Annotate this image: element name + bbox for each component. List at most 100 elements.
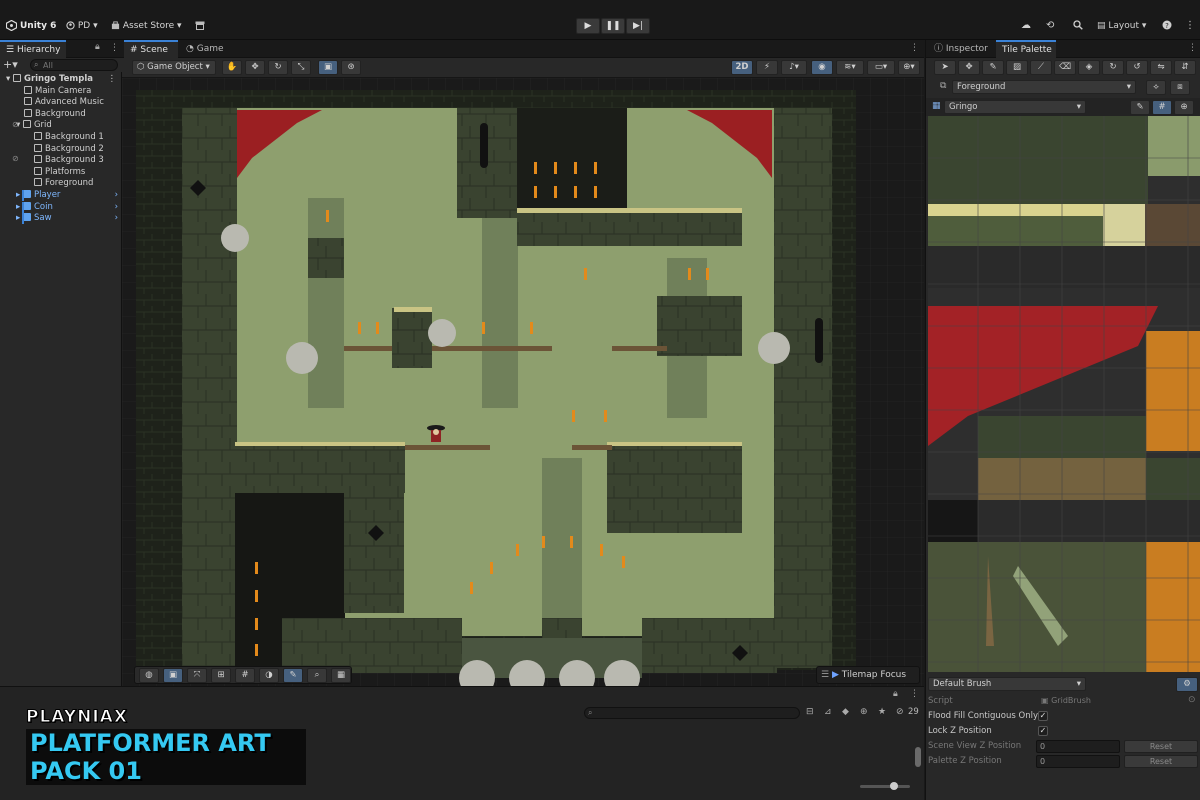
package-icon[interactable] [195, 18, 205, 34]
zoom-slider-handle[interactable] [890, 782, 898, 790]
hierarchy-item[interactable]: ▸ Coin › [0, 201, 122, 214]
palette-gizmo-button[interactable]: ⊕ [1174, 100, 1194, 115]
visibility-icon[interactable]: ⊘ [12, 120, 19, 129]
filter-icon[interactable]: ⊿ [824, 707, 832, 717]
palette-select-button[interactable]: ◍ [139, 668, 159, 683]
tab-game[interactable]: ◔ Game [180, 40, 230, 58]
palette-grid-button[interactable]: # [1152, 100, 1172, 115]
step-button[interactable]: ▶| [626, 18, 650, 34]
add-button[interactable]: +▾ [3, 58, 18, 71]
scene-z-input[interactable]: 0 [1036, 740, 1120, 753]
asset-store-button[interactable]: Asset Store ▾ [111, 18, 182, 34]
visibility-icon[interactable]: ⊘ [12, 154, 19, 163]
rotate-cw-button[interactable]: ↻ [1102, 60, 1124, 75]
pause-button[interactable]: ❚❚ [601, 18, 625, 34]
rotate-ccw-button[interactable]: ↺ [1126, 60, 1148, 75]
cloud-icon[interactable]: ☁ [1021, 18, 1031, 34]
hierarchy-item[interactable]: ▸ Saw › [0, 213, 122, 225]
play-button[interactable]: ▶ [576, 18, 600, 34]
favorite-icon[interactable]: ★ [878, 707, 886, 717]
tool-context-dropdown[interactable]: ⬡ Game Object ▾ [132, 60, 216, 75]
2d-mode-toggle[interactable]: 2D [731, 60, 753, 75]
hierarchy-search-input[interactable]: ⌕ All [30, 59, 118, 71]
tilemap-rect-button[interactable]: ▣ [163, 668, 183, 683]
brush-dropdown[interactable]: Default Brush ▾ [928, 677, 1086, 691]
gizmos-dropdown[interactable]: ⊕▾ [898, 60, 920, 75]
brush-tool-button[interactable]: ✎ [982, 60, 1004, 75]
more-options-icon[interactable]: ⋮ [910, 43, 919, 53]
tab-scene[interactable]: # Scene [124, 40, 178, 58]
move-tool-button[interactable]: ✥ [958, 60, 980, 75]
tab-inspector[interactable]: ⓘ Inspector [928, 40, 994, 58]
help-icon[interactable]: ? [1162, 18, 1172, 34]
layers-dropdown[interactable]: ≋▾ [836, 60, 864, 75]
hierarchy-item[interactable]: ▸ Player › [0, 190, 122, 202]
history-icon[interactable]: ⟲ [1046, 18, 1054, 34]
more-options-icon[interactable]: ⋮ [108, 74, 117, 86]
tilemap-move-button[interactable]: ⤧ [187, 668, 207, 683]
rect-tool-button[interactable]: ▣ [318, 60, 338, 75]
more-options-icon[interactable]: ⋮ [110, 43, 119, 53]
tilemap-layers-button[interactable]: ▦ [331, 668, 351, 683]
expand-arrow-icon[interactable]: ▾ [6, 74, 13, 84]
tilemap-paint-button[interactable]: ✎ [283, 668, 303, 683]
hierarchy-item[interactable]: Platforms [0, 166, 122, 179]
info-icon[interactable]: ⊕ [860, 707, 868, 717]
eraser-tool-button[interactable]: ⌫ [1054, 60, 1076, 75]
label-icon[interactable]: ◆ [842, 707, 849, 717]
lock-z-checkbox[interactable]: ✓ [1038, 726, 1048, 736]
tilemap-grid-button[interactable]: # [235, 668, 255, 683]
active-tilemap-dropdown[interactable]: Foreground ▾ [952, 80, 1136, 94]
brush-settings-button[interactable]: ⚙ [1176, 677, 1198, 692]
hierarchy-item[interactable]: Main Camera [0, 85, 122, 98]
save-search-icon[interactable]: ⊟ [806, 707, 814, 717]
scene-z-reset-button[interactable]: Reset [1124, 740, 1198, 753]
more-options-icon[interactable]: ⋮ [1185, 18, 1195, 34]
flood-fill-checkbox[interactable]: ✓ [1038, 711, 1048, 721]
hand-tool-button[interactable]: ✋ [222, 60, 242, 75]
tilemap-zoom-button[interactable]: ⌕ [307, 668, 327, 683]
target-icon[interactable]: ⊙ [1188, 695, 1196, 705]
scrollbar-thumb[interactable] [915, 747, 921, 767]
lock-icon[interactable]: 🔒︎ [95, 42, 100, 52]
tab-tile-palette[interactable]: Tile Palette [996, 40, 1056, 58]
more-options-icon[interactable]: ⋮ [1188, 43, 1197, 53]
audio-toggle[interactable]: ♪▾ [781, 60, 807, 75]
layout-dropdown[interactable]: ▤ Layout ▾ [1097, 18, 1146, 34]
palette-eyedropper-button[interactable]: ⟡ [1146, 80, 1166, 95]
picker-tool-button[interactable]: ⟋ [1030, 60, 1052, 75]
hierarchy-item[interactable]: Foreground [0, 178, 122, 190]
tilemap-scale-button[interactable]: ⊞ [211, 668, 231, 683]
box-fill-tool-button[interactable]: ▨ [1006, 60, 1028, 75]
edit-palette-button[interactable]: ✎ [1130, 100, 1150, 115]
palette-dropdown[interactable]: Gringo ▾ [944, 100, 1086, 114]
search-icon[interactable] [1073, 18, 1083, 34]
zoom-slider[interactable] [860, 785, 910, 788]
tile-palette-grid[interactable] [928, 116, 1200, 672]
tilemap-rotate-button[interactable]: ◑ [259, 668, 279, 683]
tab-hierarchy[interactable]: ☰ Hierarchy [0, 40, 66, 58]
transform-tool-button[interactable]: ⊛ [341, 60, 361, 75]
project-search-input[interactable]: ⌕ [584, 707, 800, 719]
flip-y-button[interactable]: ⇵ [1174, 60, 1196, 75]
visibility-toggle[interactable]: ◉ [811, 60, 833, 75]
hierarchy-item[interactable]: Background [0, 108, 122, 121]
rotate-tool-button[interactable]: ↻ [268, 60, 288, 75]
tilemap-focus-overlay[interactable]: ☰ ▶ Tilemap Focus [816, 666, 920, 684]
fill-tool-button[interactable]: ◈ [1078, 60, 1100, 75]
lighting-toggle[interactable]: ⚡ [756, 60, 778, 75]
scale-tool-button[interactable]: ⤡ [291, 60, 311, 75]
hierarchy-item[interactable]: Advanced Music [0, 97, 122, 109]
chevron-right-icon[interactable]: › [115, 202, 118, 214]
scene-viewport[interactable]: ◍ ▣ ⤧ ⊞ # ◑ ✎ ⌕ ▦ ☰ ▶ Tilemap Focus [122, 78, 924, 686]
select-tool-button[interactable]: ➤ [934, 60, 956, 75]
palette-overlay-button[interactable]: ⧈ [1170, 80, 1190, 95]
palette-z-reset-button[interactable]: Reset [1124, 755, 1198, 768]
lock-icon[interactable]: 🔒︎ [893, 689, 898, 699]
chevron-right-icon[interactable]: › [115, 213, 118, 225]
camera-dropdown[interactable]: ▭▾ [867, 60, 895, 75]
move-tool-button[interactable]: ✥ [245, 60, 265, 75]
palette-z-input[interactable]: 0 [1036, 755, 1120, 768]
more-options-icon[interactable]: ⋮ [910, 689, 919, 699]
account-button[interactable]: PD ▾ [66, 18, 98, 34]
